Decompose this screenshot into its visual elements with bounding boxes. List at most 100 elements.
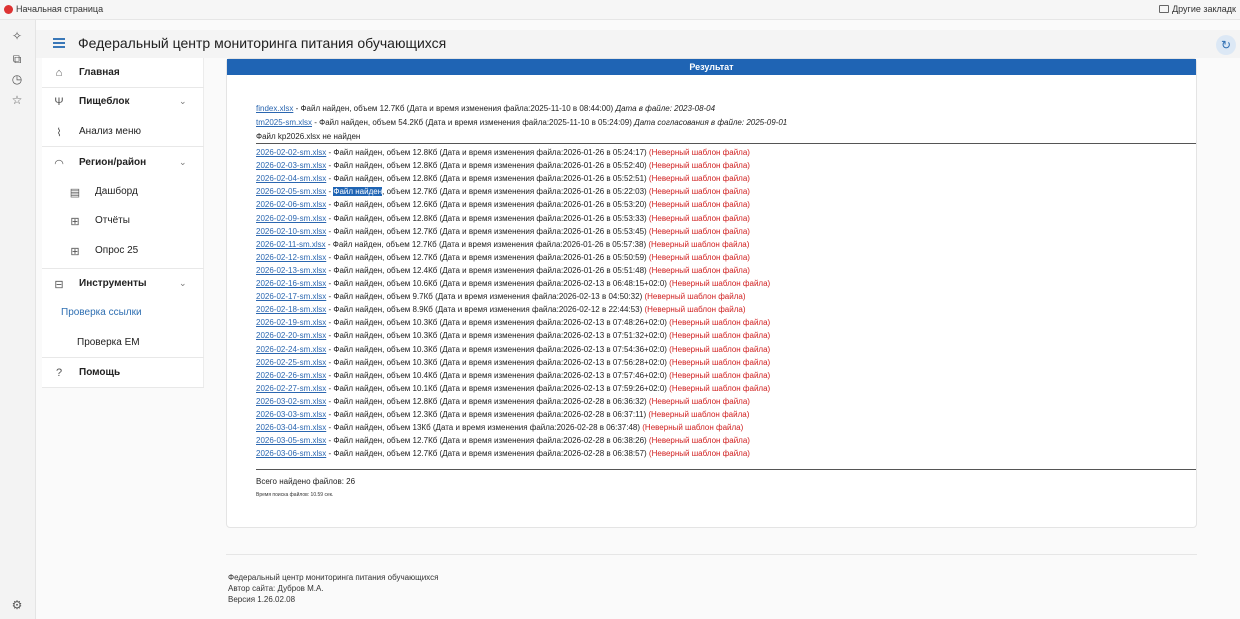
found-status: Файл найден: [333, 436, 383, 446]
file-info: , объем 12.6Кб (Дата и время изменения ф…: [382, 200, 649, 210]
found-status: Файл найден: [333, 331, 383, 341]
found-status: Файл найден: [333, 226, 383, 236]
footer-author: Автор сайта: Дубров М.А.: [228, 584, 324, 593]
menu-icon[interactable]: [53, 38, 65, 48]
file-link[interactable]: 2026-03-05-sm.xlsx: [256, 436, 326, 445]
file-row: 2026-03-03-sm.xlsx - Файл найден, объем …: [256, 410, 750, 419]
sidebar-item-label: Пищеблок: [79, 96, 130, 107]
file-info: , объем 10.3Кб (Дата и время изменения ф…: [382, 344, 670, 354]
found-status: Файл найден: [333, 410, 383, 419]
file-link[interactable]: 2026-02-26-sm.xlsx: [256, 371, 326, 380]
file-link[interactable]: 2026-02-02-sm.xlsx: [256, 148, 326, 157]
file-link[interactable]: 2026-02-13-sm.xlsx: [256, 266, 326, 275]
file-row: 2026-02-26-sm.xlsx - Файл найден, объем …: [256, 370, 771, 380]
sidebar-item-label: Проверка ссылки: [61, 307, 142, 318]
sidebar-item-label: Инструменты: [79, 278, 147, 289]
template-error: (Неверный шаблон файла): [648, 226, 750, 236]
footer-org: Федеральный центр мониторинга питания об…: [228, 573, 439, 582]
file-link[interactable]: tm2025-sm.xlsx: [256, 118, 312, 127]
file-info: , объем 12.3Кб (Дата и время изменения ф…: [382, 410, 649, 419]
template-error: (Неверный шаблон файла): [669, 370, 771, 380]
file-info: , объем 12.7Кб (Дата и время изменения ф…: [382, 187, 649, 197]
file-link[interactable]: 2026-02-05-sm.xlsx: [256, 187, 326, 196]
file-link[interactable]: 2026-02-09-sm.xlsx: [256, 214, 326, 223]
file-row: 2026-02-13-sm.xlsx - Файл найден, объем …: [256, 265, 750, 275]
table-icon: ⊞: [70, 246, 80, 258]
file-info: , объем 8.9Кб (Дата и время изменения фа…: [382, 305, 645, 315]
found-status: Файл найден: [333, 423, 383, 433]
history-icon[interactable]: ◷: [9, 71, 25, 87]
file-row: 2026-02-09-sm.xlsx - Файл найден, объем …: [256, 213, 750, 223]
file-info: , объем 10.3Кб (Дата и время изменения ф…: [382, 357, 670, 367]
sidebar-item-label: Главная: [79, 67, 120, 78]
file-link[interactable]: 2026-03-03-sm.xlsx: [256, 410, 326, 419]
template-error: (Неверный шаблон файла): [669, 331, 771, 341]
file-link[interactable]: 2026-02-17-sm.xlsx: [256, 292, 326, 301]
file-info: , объем 10.4Кб (Дата и время изменения ф…: [382, 370, 670, 380]
sidebar-item-label: Регион/район: [79, 157, 147, 168]
file-row: 2026-02-11-sm.xlsx - Файл найден, объем …: [256, 239, 750, 249]
refresh-icon[interactable]: ↻: [1216, 35, 1236, 55]
table-icon: ⊞: [70, 216, 80, 228]
file-link[interactable]: 2026-02-16-sm.xlsx: [256, 279, 326, 288]
file-link[interactable]: findex.xlsx: [256, 104, 293, 113]
template-error: (Неверный шаблон файла): [669, 357, 771, 367]
template-error: (Неверный шаблон файла): [648, 436, 750, 446]
file-info: , объем 12.8Кб (Дата и время изменения ф…: [382, 396, 649, 406]
file-row: 2026-02-25-sm.xlsx - Файл найден, объем …: [256, 357, 771, 367]
file-info: , объем 13Кб (Дата и время изменения фай…: [382, 423, 643, 433]
gear-icon[interactable]: ⚙: [9, 597, 25, 613]
file-link[interactable]: 2026-02-03-sm.xlsx: [256, 161, 326, 170]
folder-icon: [1159, 5, 1170, 13]
template-error: (Неверный шаблон файла): [669, 344, 771, 354]
file-link[interactable]: 2026-02-24-sm.xlsx: [256, 345, 326, 354]
footer-version: Версия 1.26.02.08: [228, 595, 296, 604]
cutlery-icon: Ψ: [54, 96, 64, 108]
file-row: 2026-02-17-sm.xlsx - Файл найден, объем …: [256, 292, 746, 302]
file-row: 2026-02-02-sm.xlsx - Файл найден, объем …: [256, 148, 750, 157]
file-link[interactable]: 2026-03-06-sm.xlsx: [256, 449, 326, 458]
file-row: 2026-02-05-sm.xlsx - Файл найден, объем …: [256, 187, 750, 197]
template-error: (Неверный шаблон файла): [648, 252, 750, 262]
file-row: 2026-03-04-sm.xlsx - Файл найден, объем …: [256, 423, 744, 433]
help-icon: ?: [55, 367, 63, 379]
file-row: 2026-02-20-sm.xlsx - Файл найден, объем …: [256, 331, 771, 341]
file-row: 2026-02-16-sm.xlsx - Файл найден, объем …: [256, 279, 771, 288]
template-error: (Неверный шаблон файла): [644, 305, 746, 315]
file-info: , объем 12.7Кб (Дата и время изменения ф…: [382, 436, 649, 446]
file-link[interactable]: 2026-02-11-sm.xlsx: [256, 240, 326, 249]
footer: Федеральный центр мониторинга питания об…: [228, 572, 438, 605]
file-link[interactable]: 2026-02-27-sm.xlsx: [256, 384, 326, 393]
template-error: (Неверный шаблон файла): [648, 410, 750, 419]
file-info: , объем 10.6Кб (Дата и время изменения ф…: [382, 279, 670, 288]
found-status: Файл найден: [333, 383, 383, 393]
file-row: 2026-03-05-sm.xlsx - Файл найден, объем …: [256, 436, 750, 446]
collections-icon[interactable]: ⧉: [9, 51, 25, 67]
file-link[interactable]: 2026-03-02-sm.xlsx: [256, 397, 326, 406]
found-status: Файл найден: [333, 265, 383, 275]
file-link[interactable]: 2026-02-10-sm.xlsx: [256, 227, 326, 236]
template-error: (Неверный шаблон файла): [669, 279, 771, 288]
file-link[interactable]: 2026-02-19-sm.xlsx: [256, 318, 326, 327]
favorites-icon[interactable]: ☆: [9, 92, 25, 108]
found-status: Файл найден: [333, 174, 383, 184]
file-info: , объем 12.4Кб (Дата и время изменения ф…: [382, 265, 649, 275]
file-link[interactable]: 2026-03-04-sm.xlsx: [256, 423, 326, 432]
file-link[interactable]: 2026-02-20-sm.xlsx: [256, 331, 326, 340]
file-info: , объем 12.8Кб (Дата и время изменения ф…: [382, 161, 649, 171]
template-error: (Неверный шаблон файла): [648, 187, 750, 197]
file-link[interactable]: 2026-02-18-sm.xlsx: [256, 305, 326, 314]
file-info: , объем 12.8Кб (Дата и время изменения ф…: [382, 213, 649, 223]
file-link[interactable]: 2026-02-12-sm.xlsx: [256, 253, 326, 262]
bookmark-home[interactable]: Начальная страница: [4, 4, 103, 14]
file-link[interactable]: 2026-02-04-sm.xlsx: [256, 174, 326, 183]
bookmark-other[interactable]: Другие закладк: [1159, 4, 1236, 14]
file-link[interactable]: 2026-02-06-sm.xlsx: [256, 200, 326, 209]
sparkle-icon[interactable]: ✧: [9, 28, 25, 44]
file-link[interactable]: 2026-02-25-sm.xlsx: [256, 358, 326, 367]
template-error: (Неверный шаблон файла): [644, 292, 746, 302]
file-row: 2026-02-03-sm.xlsx - Файл найден, объем …: [256, 161, 750, 171]
found-status: Файл найден: [333, 305, 383, 315]
file-row: 2026-02-24-sm.xlsx - Файл найден, объем …: [256, 344, 771, 354]
found-status: Файл найден: [333, 213, 383, 223]
